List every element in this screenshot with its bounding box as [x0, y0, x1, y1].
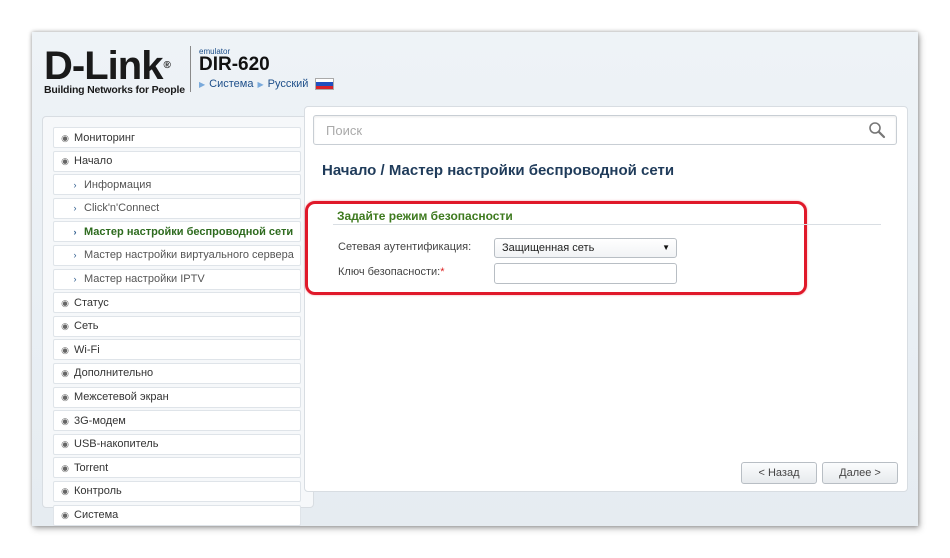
main-panel: Начало / Мастер настройки беспроводной с…	[304, 106, 908, 492]
search-box[interactable]	[313, 115, 897, 145]
chevron-right-circle-icon: ◉	[61, 462, 69, 473]
sidebar-item-click-n-connect[interactable]: › Click'n'Connect	[53, 197, 301, 219]
header-divider	[190, 46, 191, 92]
sidebar-item-virtual-server-wizard[interactable]: › Мастер настройки виртуального сервера	[53, 244, 301, 266]
chevron-right-circle-icon: ◉	[61, 415, 69, 426]
back-button[interactable]: < Назад	[741, 462, 817, 484]
model-name: DIR-620	[199, 54, 270, 75]
search-input[interactable]	[324, 122, 848, 139]
chevron-right-icon: ›	[73, 274, 77, 285]
chevron-right-circle-icon: ◉	[61, 486, 69, 497]
sidebar-menu: ◉ Мониторинг ◉ Начало › Информация › Click'n…	[43, 117, 313, 526]
sidebar-item-usb-storage[interactable]: ◉ USB-накопитель	[53, 433, 301, 455]
security-key-input[interactable]	[494, 263, 677, 284]
required-mark: *	[440, 266, 445, 278]
sidebar-item-start[interactable]: ◉ Начало	[53, 150, 301, 172]
chevron-right-icon: ›	[73, 226, 77, 237]
page-title: Начало / Мастер настройки беспроводной с…	[322, 162, 674, 179]
next-button[interactable]: Далее >	[822, 462, 898, 484]
auth-select[interactable]: Защищенная сеть ▼	[494, 238, 677, 258]
section-divider	[333, 224, 881, 225]
header-breadcrumb: ▶ Система ▶ Русский	[199, 78, 335, 90]
chevron-right-circle-icon: ◉	[61, 344, 69, 355]
page-title-section: Начало /	[322, 162, 385, 179]
sidebar-item-advanced[interactable]: ◉ Дополнительно	[53, 362, 301, 384]
page-title-name: Мастер настройки беспроводной сети	[388, 162, 675, 179]
sidebar-item-wifi[interactable]: ◉ Wi-Fi	[53, 339, 301, 361]
language-link[interactable]: Русский	[268, 78, 309, 90]
chevron-right-icon: ›	[73, 203, 77, 214]
sidebar-item-3g-modem[interactable]: ◉ 3G-модем	[53, 410, 301, 432]
sidebar: ◉ Мониторинг ◉ Начало › Информация › Click'n…	[42, 116, 314, 526]
security-heading: Задайте режим безопасности	[337, 209, 513, 223]
chevron-right-circle-icon: ◉	[61, 297, 69, 308]
sidebar-item-firewall[interactable]: ◉ Межсетевой экран	[53, 386, 301, 408]
sidebar-item-monitoring[interactable]: ◉ Мониторинг	[53, 127, 301, 148]
triangle-right-icon: ▶	[199, 79, 206, 89]
logo-wordmark: D-Link	[44, 44, 163, 88]
chevron-right-circle-icon: ◉	[61, 392, 69, 403]
key-label-text: Ключ безопасности:	[338, 266, 441, 278]
dlink-logo[interactable]: D-Link® Building Networks for People	[44, 46, 185, 96]
sidebar-item-information[interactable]: › Информация	[53, 174, 301, 196]
chevron-right-icon: ›	[73, 250, 77, 261]
sidebar-item-torrent[interactable]: ◉ Torrent	[53, 457, 301, 479]
russian-flag-icon[interactable]	[315, 78, 335, 90]
sidebar-item-control[interactable]: ◉ Контроль	[53, 480, 301, 502]
auth-label: Сетевая аутентификация:	[338, 241, 472, 253]
sidebar-item-status[interactable]: ◉ Статус	[53, 292, 301, 314]
app-window: D-Link® Building Networks for People emu…	[32, 32, 918, 526]
dropdown-arrow-icon: ▼	[662, 243, 670, 252]
sidebar-item-iptv-wizard[interactable]: › Мастер настройки IPTV	[53, 268, 301, 290]
chevron-right-icon: ›	[73, 179, 77, 190]
system-link[interactable]: Система	[209, 78, 253, 90]
chevron-right-circle-icon: ◉	[61, 132, 69, 143]
search-icon[interactable]	[868, 121, 886, 139]
sidebar-item-system[interactable]: ◉ Система	[53, 504, 301, 526]
chevron-down-circle-icon: ◉	[61, 156, 69, 167]
model-block: emulator DIR-620 ▶ Система ▶ Русский	[199, 47, 335, 90]
sidebar-item-wireless-wizard[interactable]: › Мастер настройки беспроводной сети	[53, 221, 301, 243]
chevron-right-circle-icon: ◉	[61, 510, 69, 520]
registered-mark: ®	[163, 60, 170, 71]
chevron-right-circle-icon: ◉	[61, 368, 69, 379]
auth-select-value: Защищенная сеть	[502, 242, 595, 254]
logo-tagline: Building Networks for People	[44, 84, 185, 96]
chevron-right-circle-icon: ◉	[61, 321, 69, 332]
chevron-right-circle-icon: ◉	[61, 439, 69, 450]
triangle-right-icon: ▶	[257, 79, 264, 89]
key-label: Ключ безопасности:*	[338, 266, 445, 278]
sidebar-item-network[interactable]: ◉ Сеть	[53, 315, 301, 337]
